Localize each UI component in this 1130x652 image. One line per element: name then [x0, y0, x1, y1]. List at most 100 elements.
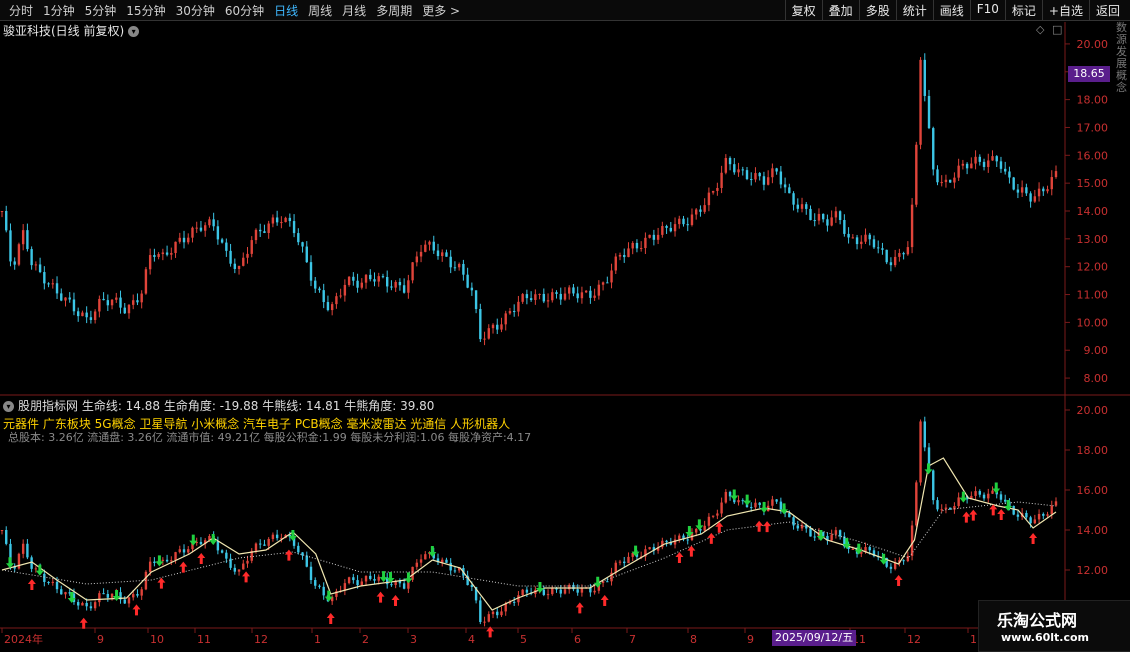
date-tick-label: 12: [907, 633, 921, 646]
candle-body: [267, 223, 270, 233]
candle-body: [38, 264, 42, 273]
candle-body: [55, 581, 59, 590]
buy-arrow-icon: [391, 595, 400, 606]
candle-body: [631, 242, 634, 249]
candle-body: [364, 274, 368, 283]
candle-body: [584, 290, 588, 293]
candle-body: [948, 507, 952, 510]
candle-body: [529, 298, 533, 300]
candle-body: [93, 311, 97, 320]
candle-body: [369, 274, 372, 280]
candle-body: [132, 300, 135, 305]
candle-body: [572, 287, 575, 294]
candle-body: [500, 324, 503, 330]
date-tick-label: 4: [468, 633, 475, 646]
candle-body: [610, 270, 613, 283]
date-tick-label: 9: [97, 633, 104, 646]
buy-arrow-icon: [376, 591, 385, 603]
candle-body: [724, 491, 728, 503]
candle-body: [26, 230, 29, 250]
candle-body: [34, 568, 38, 570]
candle-body: [305, 246, 308, 263]
candle-body: [428, 241, 431, 245]
candle-body: [322, 586, 325, 596]
price-tick-label: 17.00: [1077, 121, 1109, 134]
candle-body: [212, 219, 215, 227]
price-tick-label: 16.00: [1077, 149, 1109, 162]
candle-body: [957, 165, 960, 178]
candle-body: [915, 144, 918, 205]
candle-body: [771, 168, 774, 178]
candle-body: [479, 309, 482, 340]
candle-body: [148, 255, 152, 270]
candle-body: [352, 276, 355, 281]
candle-body: [1050, 177, 1053, 190]
candle-body: [999, 494, 1003, 500]
candle-body: [47, 283, 50, 285]
candle-body: [390, 584, 393, 586]
candle-body: [809, 208, 812, 221]
candle-body: [648, 547, 651, 550]
candle-body: [381, 276, 385, 278]
candle-body: [551, 292, 554, 301]
candle-body: [491, 611, 495, 615]
buy-arrow-icon: [707, 532, 716, 544]
candle-body: [661, 226, 664, 235]
candle-body: [707, 516, 711, 526]
candle-body: [741, 169, 744, 171]
candle-body: [703, 205, 706, 212]
candle-body: [140, 293, 143, 303]
candle-body: [55, 283, 59, 294]
date-tick-label: 12: [254, 633, 268, 646]
candle-body: [127, 597, 131, 604]
candle-body: [766, 177, 770, 185]
candle-body: [483, 338, 486, 340]
candle-body: [991, 490, 994, 494]
candle-body: [89, 317, 93, 320]
price-tick-label: 13.00: [1077, 233, 1109, 246]
candle-body: [415, 562, 419, 567]
candle-body: [923, 421, 926, 448]
candle-body: [263, 231, 266, 233]
candle-body: [978, 491, 982, 495]
buy-arrow-icon: [284, 549, 293, 561]
candle-body: [923, 59, 926, 96]
candle-body: [449, 562, 452, 571]
indicator-tick-label: 20.00: [1077, 404, 1109, 417]
buy-arrow-icon: [969, 509, 978, 521]
buy-arrow-icon: [997, 509, 1006, 520]
candle-body: [259, 543, 262, 545]
candle-body: [508, 311, 512, 314]
candle-body: [745, 170, 749, 180]
candle-body: [728, 158, 732, 165]
signal-arrows: [5, 463, 1038, 638]
candle-body: [453, 570, 457, 572]
candle-body: [182, 237, 186, 243]
candle-body: [982, 494, 986, 499]
candle-body: [927, 95, 931, 129]
candle-body: [902, 560, 905, 562]
candle-body: [453, 267, 457, 269]
candle-body: [877, 247, 880, 249]
buy-arrow-icon: [894, 575, 903, 586]
candle-body: [233, 567, 237, 572]
candle-body: [716, 187, 719, 191]
candle-body: [974, 491, 977, 496]
candle-body: [457, 263, 461, 268]
candle-body: [360, 581, 363, 586]
price-axis: 20.0019.0018.0017.0016.0015.0014.0013.00…: [1065, 38, 1108, 385]
indicator-axis: 20.0018.0016.0014.0012.0010.00: [1065, 404, 1108, 617]
candle-body: [589, 290, 592, 298]
chevron-down-icon[interactable]: ▾: [3, 401, 14, 412]
candle-body: [496, 324, 499, 330]
candle-body: [394, 281, 397, 288]
candle-body: [178, 237, 181, 242]
candle-body: [834, 530, 838, 535]
candle-body: [347, 577, 351, 584]
buy-arrow-icon: [575, 602, 584, 614]
candle-body: [944, 507, 948, 510]
candle-body: [893, 562, 897, 569]
candle-body: [868, 547, 871, 551]
candle-body: [385, 276, 389, 287]
candle-body: [546, 594, 550, 596]
